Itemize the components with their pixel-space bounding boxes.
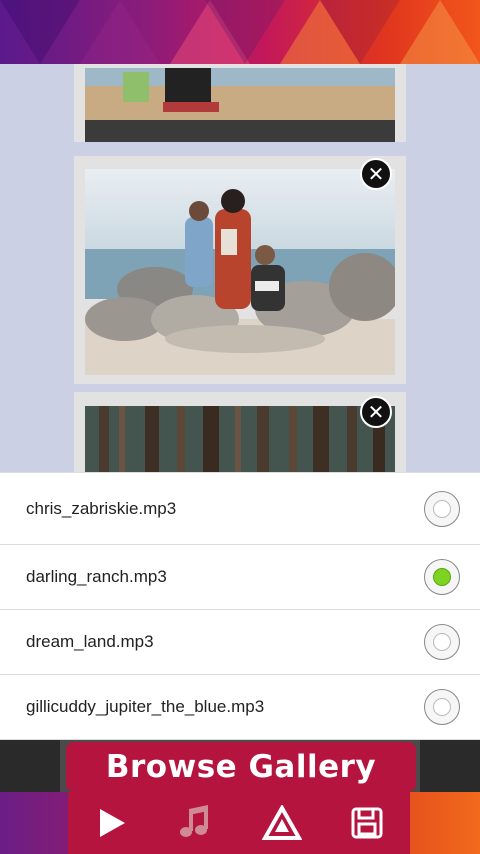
save-button[interactable] (337, 793, 397, 853)
track-radio-button[interactable] (424, 490, 460, 527)
radio-dot-selected (433, 568, 451, 586)
music-track-list[interactable]: chris_zabriskie.mp3 darling_ranch.mp3 dr… (0, 472, 480, 740)
photo-forest-trees (85, 406, 395, 472)
photo-family-rocks (85, 169, 395, 375)
bottom-area: Browse Gallery (0, 740, 480, 854)
play-button[interactable] (81, 793, 141, 853)
music-button[interactable] (166, 793, 226, 853)
photo-card[interactable] (74, 64, 406, 142)
close-icon: ✕ (367, 162, 385, 186)
music-track-row[interactable]: darling_ranch.mp3 (0, 545, 480, 610)
music-track-row[interactable]: dream_land.mp3 (0, 610, 480, 675)
remove-photo-button[interactable]: ✕ (360, 158, 392, 190)
photo-beach-partial (85, 68, 395, 142)
track-name: gillicuddy_jupiter_the_blue.mp3 (26, 697, 265, 716)
close-icon: ✕ (367, 400, 385, 424)
radio-dot (433, 499, 451, 518)
theme-button[interactable] (252, 793, 312, 853)
track-name: chris_zabriskie.mp3 (26, 498, 177, 518)
photo-card[interactable]: ✕ (74, 392, 406, 472)
music-track-row[interactable]: gillicuddy_jupiter_the_blue.mp3 (0, 675, 480, 740)
top-banner (0, 0, 480, 64)
music-note-icon (180, 805, 209, 837)
track-radio-button[interactable] (424, 624, 460, 660)
theme-triangle-icon (261, 805, 302, 840)
bottom-nav-bar (68, 792, 410, 854)
save-icon (351, 807, 383, 839)
track-radio-button[interactable] (424, 689, 460, 725)
browse-gallery-button[interactable]: Browse Gallery (66, 742, 416, 792)
photo-card[interactable]: ✕ (74, 156, 406, 384)
radio-dot (433, 633, 451, 651)
track-name: darling_ranch.mp3 (26, 567, 167, 586)
radio-dot (433, 698, 451, 716)
remove-photo-button[interactable]: ✕ (360, 396, 392, 428)
music-track-row[interactable]: chris_zabriskie.mp3 (0, 473, 480, 545)
play-icon (99, 809, 125, 837)
track-name: dream_land.mp3 (26, 632, 154, 651)
photo-list[interactable]: ✕ ✕ (0, 64, 480, 472)
banner-pattern (0, 0, 480, 64)
track-radio-button[interactable] (424, 559, 460, 595)
